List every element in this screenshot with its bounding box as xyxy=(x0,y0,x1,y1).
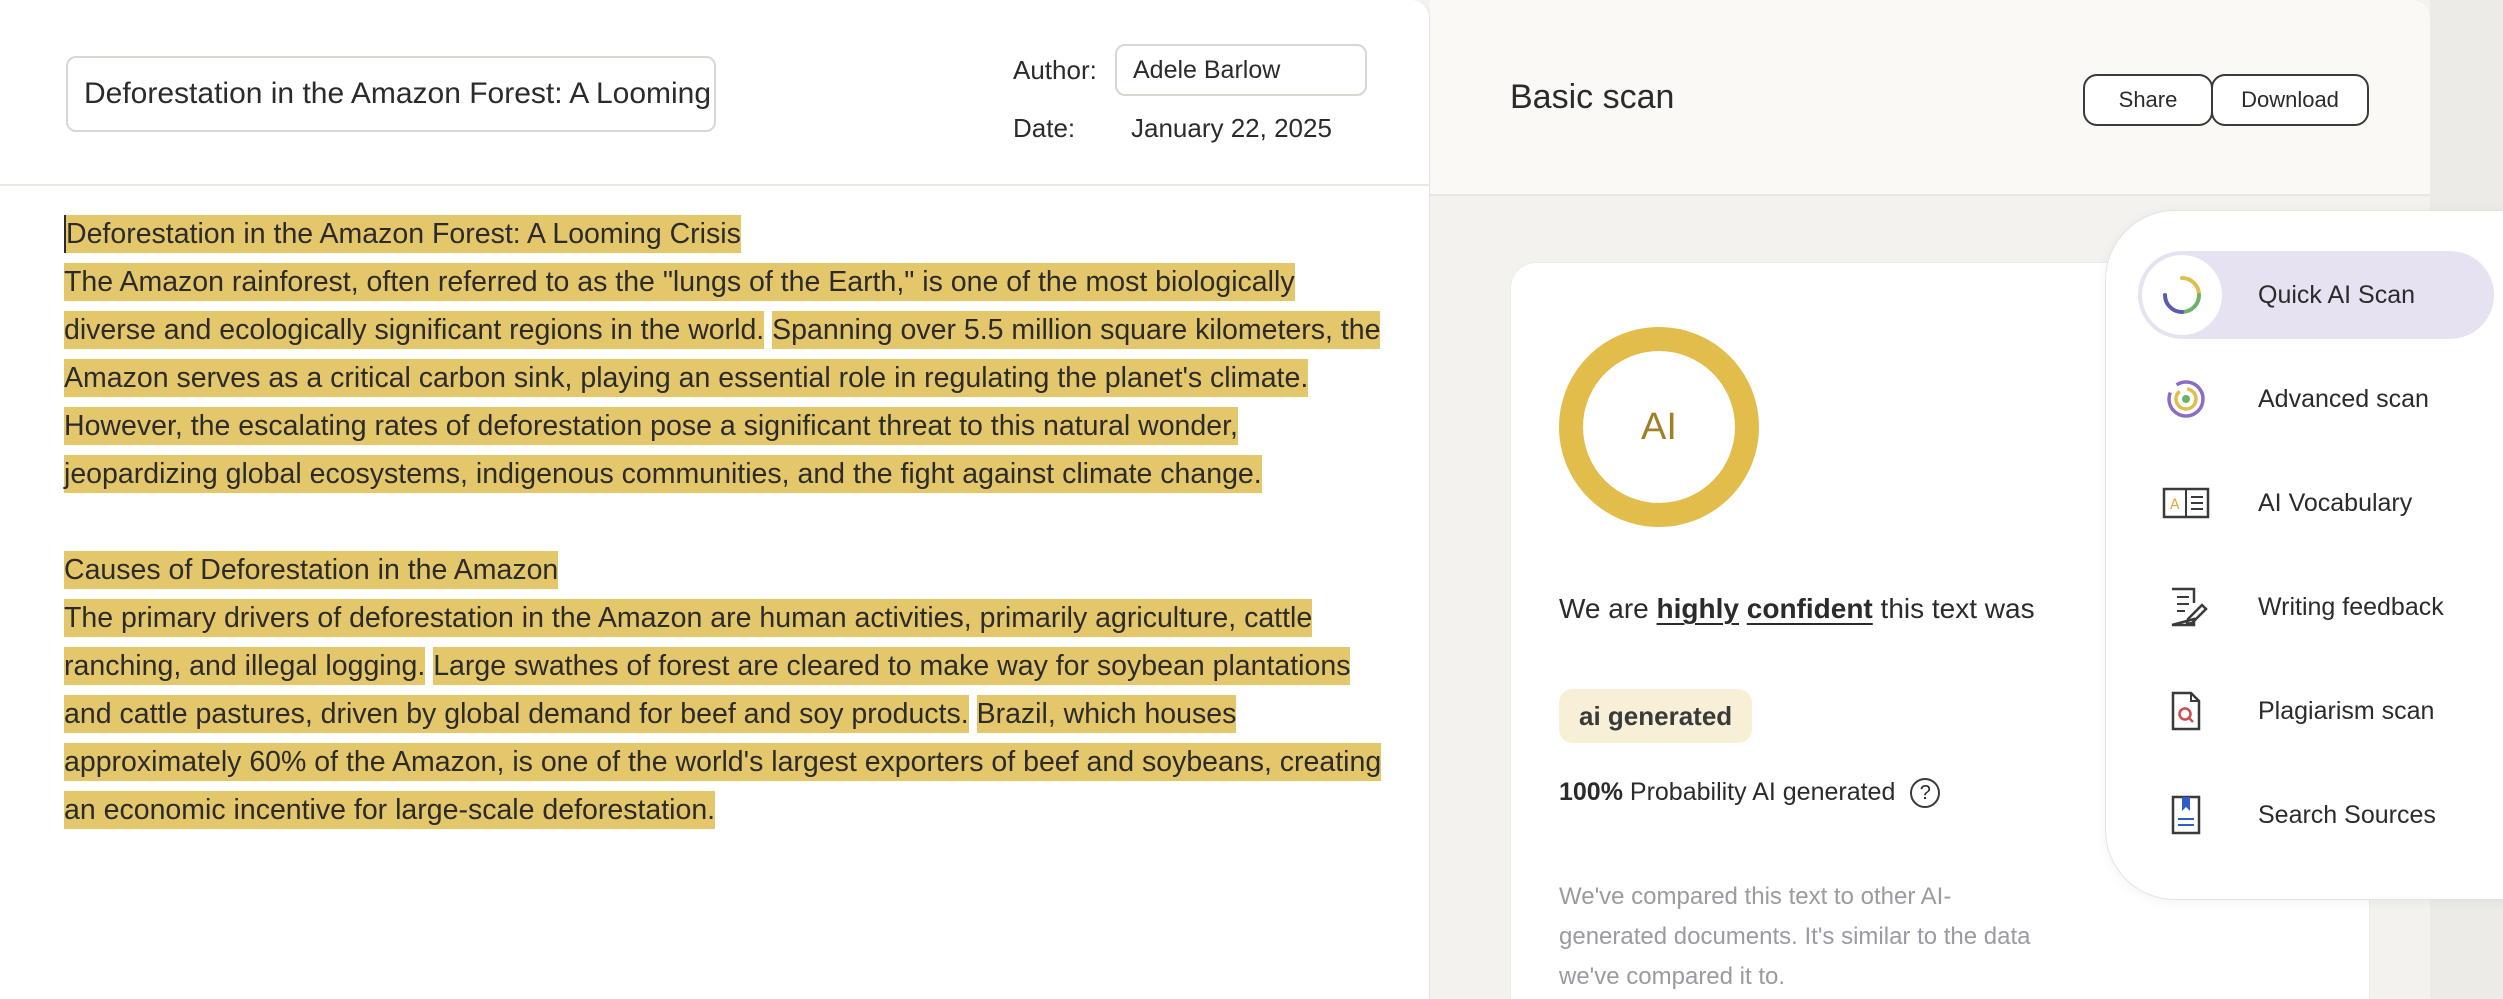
tool-writing-feedback[interactable]: Writing feedback xyxy=(2138,563,2494,651)
plagiarism-scan-icon xyxy=(2160,685,2212,737)
tool-search-sources[interactable]: Search Sources xyxy=(2138,771,2494,859)
tool-label: AI Vocabulary xyxy=(2258,489,2413,517)
tools-menu: Quick AI Scan Advanced scan A AI Vocabul… xyxy=(2105,210,2503,900)
scan-title: Basic scan xyxy=(1510,78,1675,116)
date-value: January 22, 2025 xyxy=(1131,113,1332,143)
editor-header: Deforestation in the Amazon Forest: A Lo… xyxy=(0,0,1430,186)
verdict-text: We are highly confident this text was xyxy=(1559,593,2035,624)
confident-link[interactable]: confident xyxy=(1747,593,1873,624)
editor-panel: Deforestation in the Amazon Forest: A Lo… xyxy=(0,0,1430,999)
share-button[interactable]: Share xyxy=(2083,74,2213,126)
tool-plagiarism-scan[interactable]: Plagiarism scan xyxy=(2138,667,2494,755)
quick-scan-icon xyxy=(2142,255,2222,335)
probability-line: 100% Probability AI generated ? xyxy=(1559,778,1941,809)
document-paragraph: The primary drivers of deforestation in … xyxy=(64,594,1384,834)
tool-label: Writing feedback xyxy=(2258,593,2444,621)
document-title-input[interactable]: Deforestation in the Amazon Forest: A Lo… xyxy=(66,56,716,132)
tool-label: Quick AI Scan xyxy=(2258,281,2416,309)
probability-value: 100% xyxy=(1559,778,1623,806)
verdict-badge: ai generated xyxy=(1559,689,1753,743)
scan-header: Basic scan Share Download xyxy=(1430,0,2430,196)
tool-advanced-scan[interactable]: Advanced scan xyxy=(2138,355,2494,443)
tool-label: Search Sources xyxy=(2258,801,2436,829)
tool-label: Advanced scan xyxy=(2258,385,2429,413)
ring-label: AI xyxy=(1641,406,1677,448)
highlighted-sentence[interactable]: Deforestation in the Amazon Forest: A Lo… xyxy=(64,215,741,253)
probability-text: Probability AI generated xyxy=(1629,778,1896,806)
help-icon[interactable]: ? xyxy=(1910,778,1941,809)
ai-vocabulary-icon: A xyxy=(2160,477,2212,529)
tool-label: Plagiarism scan xyxy=(2258,697,2435,725)
svg-text:A: A xyxy=(2170,497,2180,513)
advanced-scan-icon xyxy=(2160,373,2212,425)
document-body[interactable]: Deforestation in the Amazon Forest: A Lo… xyxy=(64,210,1384,834)
search-sources-icon xyxy=(2160,789,2212,841)
author-label: Author: xyxy=(1013,55,1097,85)
writing-feedback-icon xyxy=(2160,581,2212,633)
document-heading: Deforestation in the Amazon Forest: A Lo… xyxy=(64,210,1384,258)
highly-link[interactable]: highly xyxy=(1657,593,1739,624)
highlighted-sentence[interactable]: However, the escalating rates of defores… xyxy=(64,407,1262,493)
author-input[interactable]: Adele Barlow xyxy=(1115,44,1367,96)
date-label: Date: xyxy=(1013,113,1076,143)
compare-note: We've compared this text to other AI-gen… xyxy=(1559,883,2031,990)
document-paragraph: The Amazon rainforest, often referred to… xyxy=(64,258,1384,498)
document-heading: Causes of Deforestation in the Amazon xyxy=(64,546,1384,594)
tool-ai-vocabulary[interactable]: A AI Vocabulary xyxy=(2138,459,2494,547)
download-button[interactable]: Download xyxy=(2211,74,2369,126)
tool-quick-ai-scan[interactable]: Quick AI Scan xyxy=(2138,251,2494,339)
highlighted-sentence[interactable]: Causes of Deforestation in the Amazon xyxy=(64,551,559,589)
